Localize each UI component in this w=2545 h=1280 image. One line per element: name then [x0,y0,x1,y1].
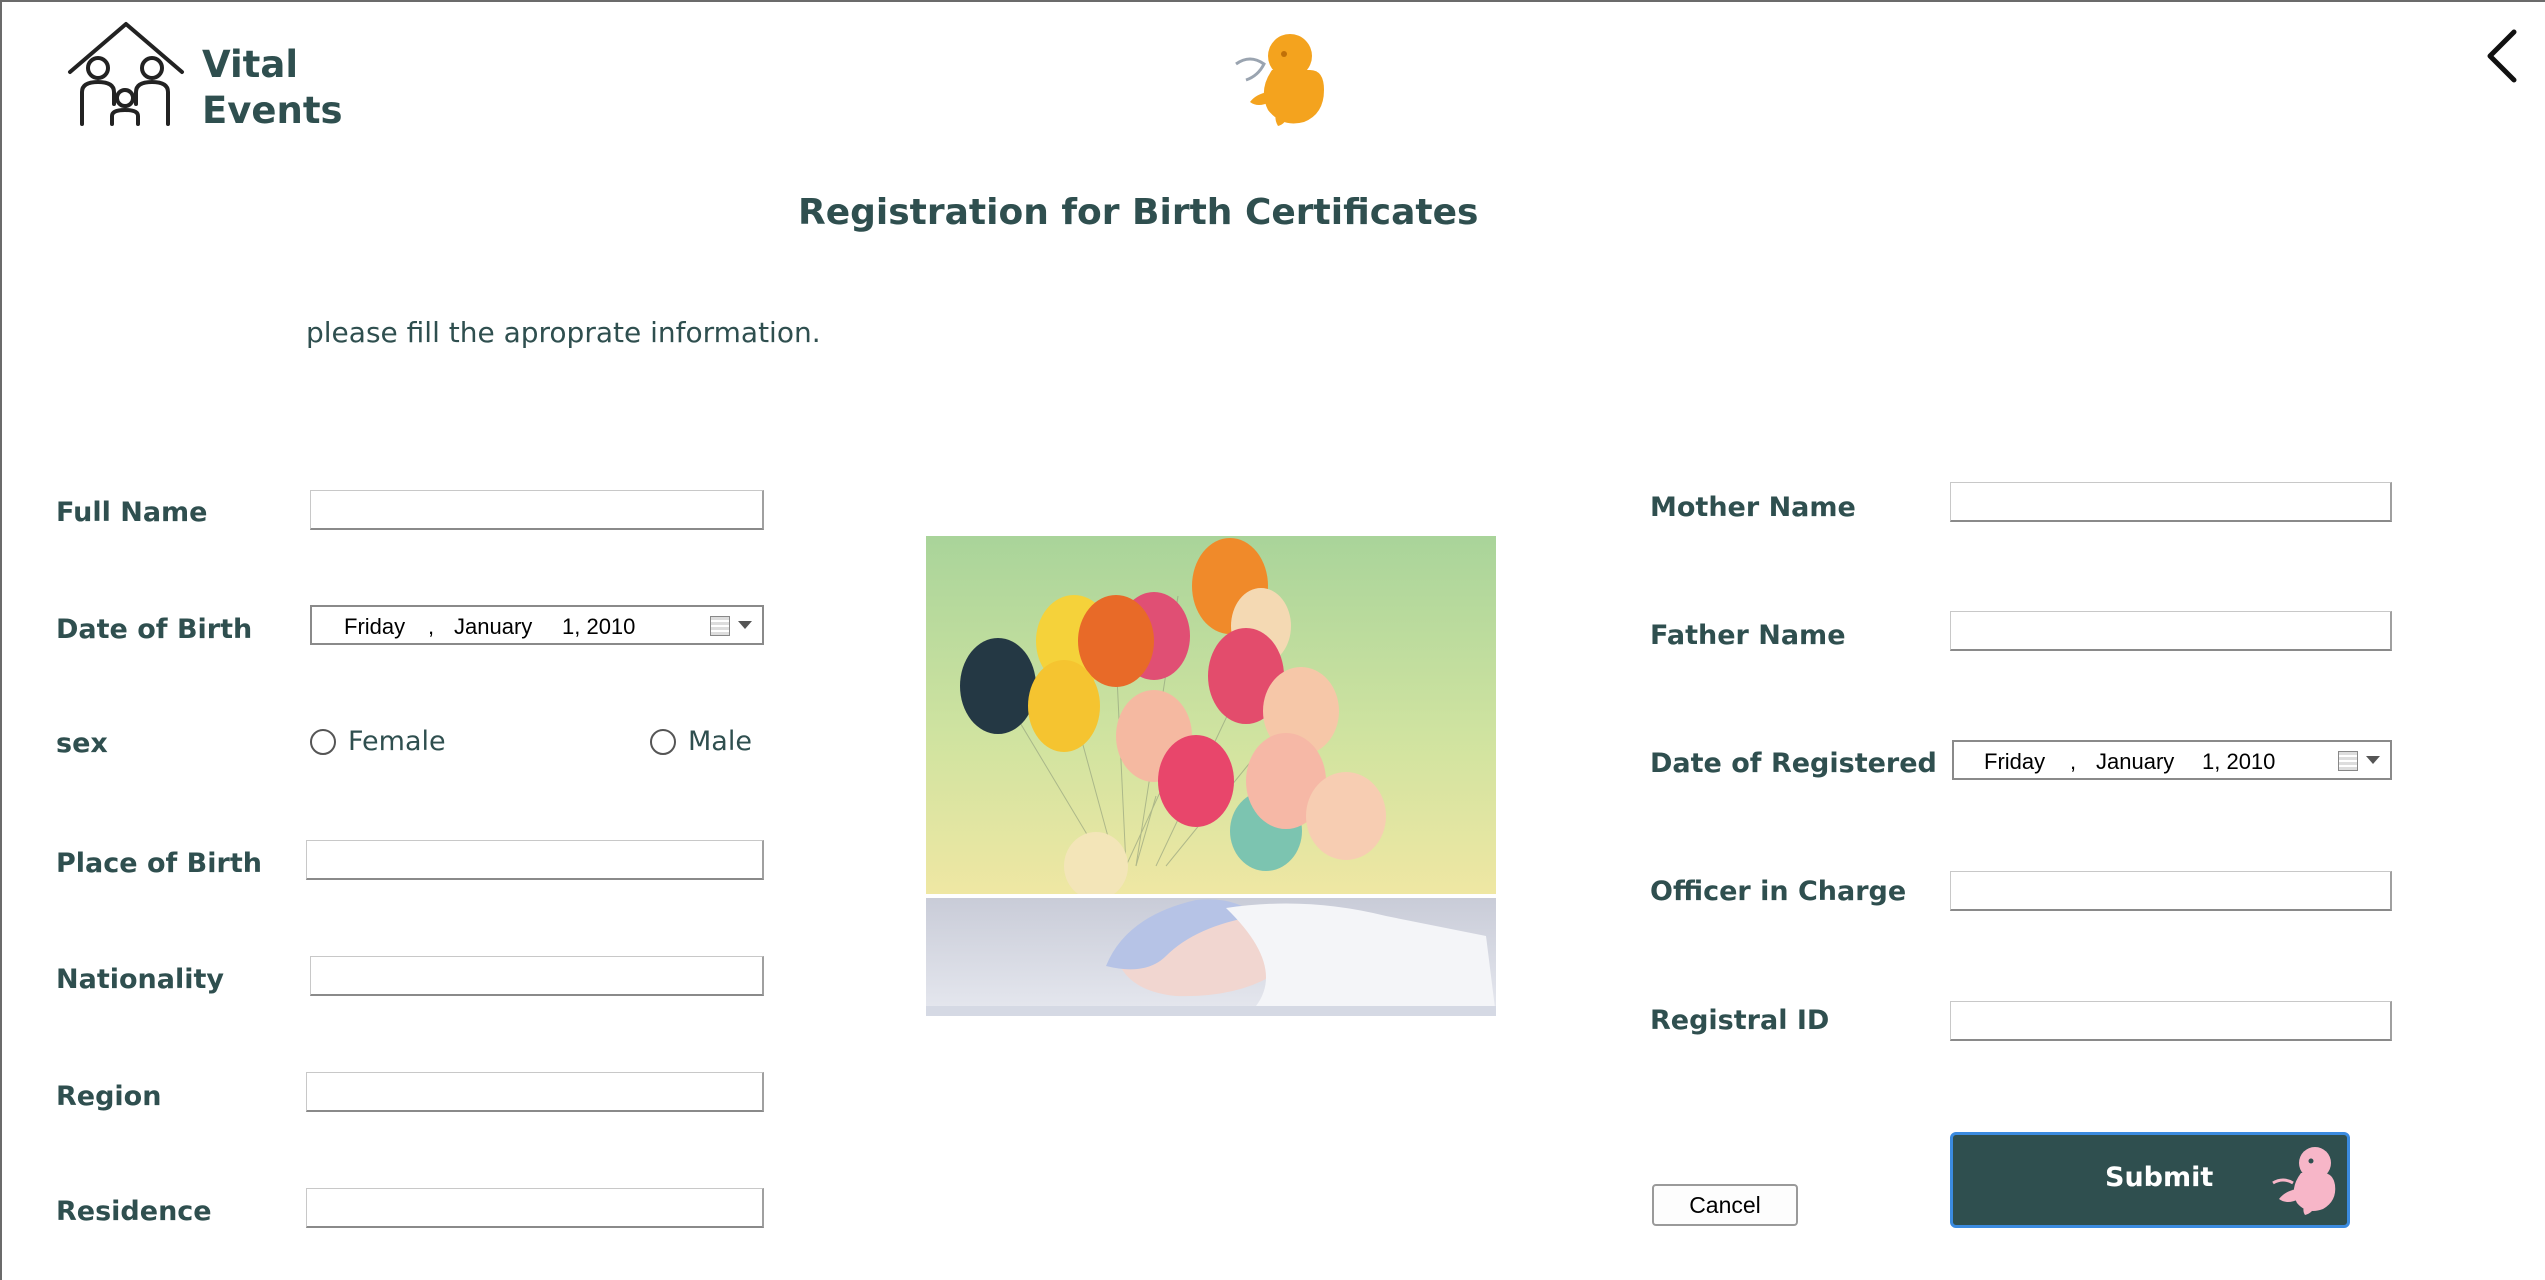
residence-field[interactable] [306,1188,764,1228]
father-name-field[interactable] [1950,611,2392,651]
family-house-icon [68,22,184,126]
dropdown-arrow-icon [2366,756,2380,764]
brand-line-1: Vital [202,43,299,86]
reg-month: January [2096,749,2175,774]
full-name-field[interactable] [310,490,764,530]
page-title: Registration for Birth Certificates [798,192,1479,233]
page-subtitle: please fill the aproprate information. [306,316,821,349]
cancel-button[interactable]: Cancel [1652,1184,1798,1226]
mother-name-label: Mother Name [1650,492,1856,523]
region-label: Region [56,1081,162,1112]
date-registered-picker[interactable]: Friday , January 1, 2010 [1952,740,2392,780]
sex-label: sex [56,728,108,759]
registral-id-field[interactable] [1950,1001,2392,1041]
fetus-icon [1235,34,1324,126]
officer-label: Officer in Charge [1650,876,1907,907]
chevron-left-icon[interactable] [2480,24,2526,88]
male-radio[interactable] [650,729,676,755]
female-radio-label: Female [348,726,446,757]
submit-button-label: Submit [2105,1162,2214,1193]
region-field[interactable] [306,1072,764,1112]
reg-weekday: Friday [1984,749,2046,774]
father-name-label: Father Name [1650,620,1846,651]
dob-day-year: 1, 2010 [562,614,636,639]
place-of-birth-field[interactable] [306,840,764,880]
dob-separator: , [428,614,435,639]
place-of-birth-label: Place of Birth [56,848,262,879]
officer-field[interactable] [1950,871,2392,911]
calendar-icon [710,616,730,636]
submit-button[interactable]: Submit [1950,1132,2350,1228]
brand-line-2: Events [202,89,343,132]
reg-separator: , [2070,749,2077,774]
registral-id-label: Registral ID [1650,1005,1830,1036]
fetus-icon [2272,1147,2336,1215]
female-radio[interactable] [310,729,336,755]
brand-name: Vital Events [202,42,343,134]
date-of-birth-picker[interactable]: Friday , January 1, 2010 [310,605,764,645]
nationality-field[interactable] [310,956,764,996]
dob-weekday: Friday [344,614,406,639]
date-registered-label: Date of Registered [1650,748,1937,779]
balloons-baby-photo [926,536,1496,1016]
mother-name-field[interactable] [1950,482,2392,522]
calendar-icon [2338,751,2358,771]
nationality-label: Nationality [56,964,224,995]
full-name-label: Full Name [56,497,208,528]
residence-label: Residence [56,1196,212,1227]
dropdown-arrow-icon [738,621,752,629]
dob-month: January [454,614,533,639]
date-of-birth-label: Date of Birth [56,614,253,645]
reg-day-year: 1, 2010 [2202,749,2276,774]
male-radio-label: Male [688,726,752,757]
